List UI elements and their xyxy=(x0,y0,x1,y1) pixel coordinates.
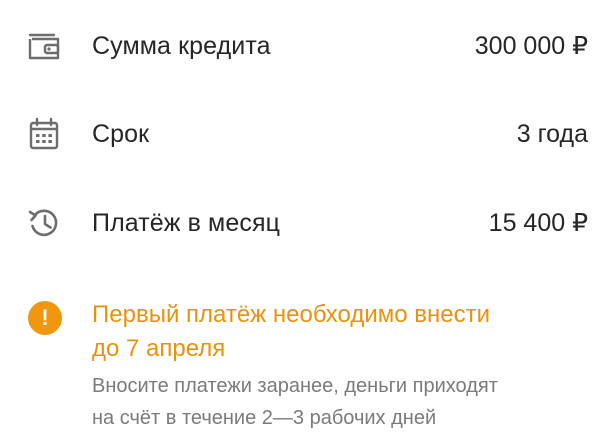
row-label: Срок xyxy=(92,119,150,148)
notice-text: Вносите платежи заранее, деньги приходят… xyxy=(92,370,572,434)
notice-title-line: Первый платёж необходимо внести xyxy=(92,301,491,328)
row-credit-amount: Сумма кредита 300 000 ₽ xyxy=(0,16,614,76)
exclamation-icon: ! xyxy=(28,301,62,335)
notice-text-line: Вносите платежи заранее, деньги приходят xyxy=(92,375,498,397)
row-value: 300 000 ₽ xyxy=(474,32,588,60)
notice-text-line: на счёт в течение 2—3 рабочих дней xyxy=(92,407,437,429)
history-icon xyxy=(26,205,62,241)
wallet-icon xyxy=(26,28,62,64)
row-monthly-payment: Платёж в месяц 15 400 ₽ xyxy=(0,193,614,253)
notice-title-line: до 7 апреля xyxy=(92,335,226,362)
notice-title: Первый платёж необходимо внести до 7 апр… xyxy=(92,298,562,366)
row-label: Сумма кредита xyxy=(92,31,271,60)
row-label: Платёж в месяц xyxy=(92,208,281,237)
row-value: 15 400 ₽ xyxy=(488,209,588,237)
row-value: 3 года xyxy=(516,119,588,148)
row-credit-term: Срок 3 года xyxy=(0,104,614,164)
credit-summary-screen: Сумма кредита 300 000 ₽ Срок 3 года Плат… xyxy=(0,0,614,448)
calendar-icon xyxy=(26,116,62,152)
